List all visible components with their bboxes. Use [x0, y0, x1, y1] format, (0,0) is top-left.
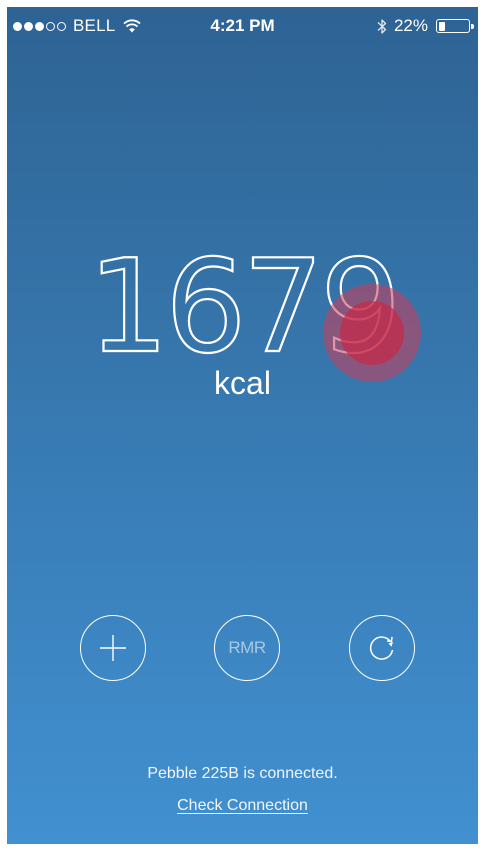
check-connection-link[interactable]: Check Connection [177, 797, 308, 814]
battery-percent: 22% [393, 16, 428, 35]
status-bar: BELL 4:21 PM 22% [7, 7, 478, 45]
battery-icon [436, 19, 474, 33]
bluetooth-icon [377, 18, 387, 34]
connection-status: Pebble 225B is connected. [147, 765, 338, 782]
rmr-label: RMR [228, 638, 266, 657]
calories-unit: kcal [214, 365, 271, 401]
add-button[interactable] [80, 615, 146, 681]
battery-nub [471, 23, 474, 29]
status-bar-right: 22% [376, 16, 474, 36]
check-connection-link-wrapper: Check Connection [7, 797, 478, 815]
app-screen: BELL 4:21 PM 22% 1679 kcal RMR Pebble 22… [7, 7, 478, 844]
rmr-button[interactable]: RMR [214, 615, 280, 681]
battery-level [438, 21, 445, 31]
touch-indicator-core [340, 301, 404, 365]
refresh-icon [369, 636, 394, 660]
refresh-button[interactable] [349, 615, 415, 681]
plus-icon [100, 635, 126, 661]
